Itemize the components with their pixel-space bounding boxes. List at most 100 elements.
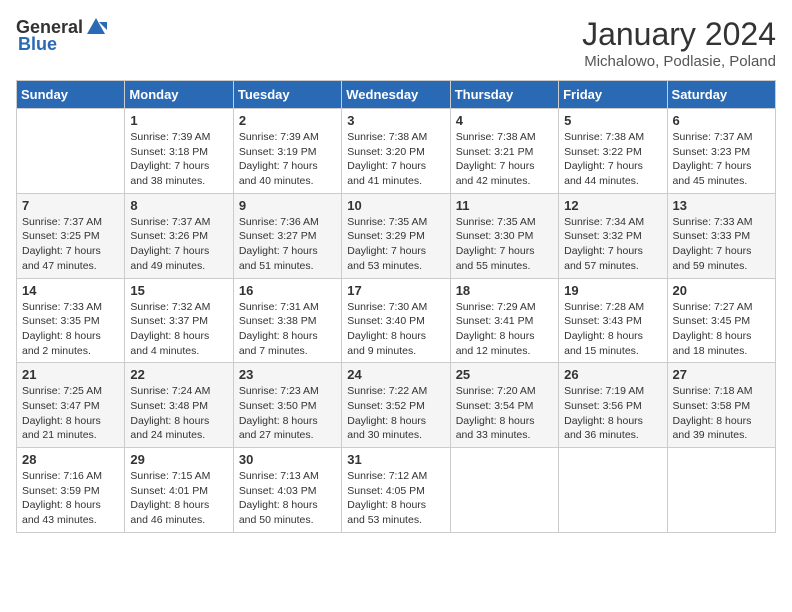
day-info: Sunrise: 7:30 AMSunset: 3:40 PMDaylight:… xyxy=(347,300,444,359)
day-info: Sunrise: 7:31 AMSunset: 3:38 PMDaylight:… xyxy=(239,300,336,359)
calendar-cell xyxy=(667,448,775,533)
calendar-cell: 3Sunrise: 7:38 AMSunset: 3:20 PMDaylight… xyxy=(342,109,450,194)
calendar-week-row: 1Sunrise: 7:39 AMSunset: 3:18 PMDaylight… xyxy=(17,109,776,194)
title-block: January 2024 Michalowo, Podlasie, Poland xyxy=(582,16,776,70)
calendar-cell: 12Sunrise: 7:34 AMSunset: 3:32 PMDayligh… xyxy=(559,193,667,278)
day-info: Sunrise: 7:34 AMSunset: 3:32 PMDaylight:… xyxy=(564,215,661,274)
weekday-header-friday: Friday xyxy=(559,81,667,109)
day-info: Sunrise: 7:18 AMSunset: 3:58 PMDaylight:… xyxy=(673,384,770,443)
weekday-header-saturday: Saturday xyxy=(667,81,775,109)
calendar-cell: 17 Sunrise: 7:30 AMSunset: 3:40 PMDayligh… xyxy=(342,278,450,363)
day-number: 22 xyxy=(130,367,227,382)
day-info: Sunrise: 7:22 AMSunset: 3:52 PMDaylight:… xyxy=(347,384,444,443)
day-info: Sunrise: 7:37 AMSunset: 3:23 PMDaylight:… xyxy=(673,130,770,189)
day-number: 18 xyxy=(456,283,553,298)
day-info: Sunrise: 7:33 AMSunset: 3:33 PMDaylight:… xyxy=(673,215,770,274)
calendar-cell: 30 Sunrise: 7:13 AMSunset: 4:03 PMDayligh… xyxy=(233,448,341,533)
calendar-cell: 31Sunrise: 7:12 AMSunset: 4:05 PMDayligh… xyxy=(342,448,450,533)
day-info: Sunrise: 7:35 AMSunset: 3:30 PMDaylight:… xyxy=(456,215,553,274)
page-header: General Blue January 2024 Michalowo, Pod… xyxy=(16,16,776,70)
location: Michalowo, Podlasie, Poland xyxy=(582,53,776,70)
calendar-cell: 13 Sunrise: 7:33 AMSunset: 3:33 PMDayligh… xyxy=(667,193,775,278)
day-number: 30 xyxy=(239,452,336,467)
day-info: Sunrise: 7:38 AMSunset: 3:20 PMDaylight:… xyxy=(347,130,444,189)
calendar-cell: 19 Sunrise: 7:28 AMSunset: 3:43 PMDayligh… xyxy=(559,278,667,363)
day-info: Sunrise: 7:20 AMSunset: 3:54 PMDaylight:… xyxy=(456,384,553,443)
day-info: Sunrise: 7:38 AMSunset: 3:22 PMDaylight:… xyxy=(564,130,661,189)
day-number: 21 xyxy=(22,367,119,382)
day-number: 17 xyxy=(347,283,444,298)
calendar-cell: 10Sunrise: 7:35 AMSunset: 3:29 PMDayligh… xyxy=(342,193,450,278)
calendar-cell: 16Sunrise: 7:31 AMSunset: 3:38 PMDayligh… xyxy=(233,278,341,363)
calendar-cell: 5 Sunrise: 7:38 AMSunset: 3:22 PMDaylight… xyxy=(559,109,667,194)
day-number: 19 xyxy=(564,283,661,298)
calendar-cell: 7Sunrise: 7:37 AMSunset: 3:25 PMDaylight… xyxy=(17,193,125,278)
day-number: 24 xyxy=(347,367,444,382)
calendar-cell: 14Sunrise: 7:33 AMSunset: 3:35 PMDayligh… xyxy=(17,278,125,363)
day-number: 1 xyxy=(130,113,227,128)
logo: General Blue xyxy=(16,16,107,55)
month-title: January 2024 xyxy=(582,16,776,53)
day-number: 29 xyxy=(130,452,227,467)
calendar-week-row: 28 Sunrise: 7:16 AMSunset: 3:59 PMDayligh… xyxy=(17,448,776,533)
day-number: 26 xyxy=(564,367,661,382)
logo-icon xyxy=(85,16,107,38)
calendar-cell xyxy=(450,448,558,533)
calendar-cell: 2Sunrise: 7:39 AMSunset: 3:19 PMDaylight… xyxy=(233,109,341,194)
calendar-cell: 11 Sunrise: 7:35 AMSunset: 3:30 PMDayligh… xyxy=(450,193,558,278)
day-info: Sunrise: 7:36 AMSunset: 3:27 PMDaylight:… xyxy=(239,215,336,274)
day-number: 4 xyxy=(456,113,553,128)
day-number: 5 xyxy=(564,113,661,128)
day-info: Sunrise: 7:38 AMSunset: 3:21 PMDaylight:… xyxy=(456,130,553,189)
day-info: Sunrise: 7:37 AMSunset: 3:26 PMDaylight:… xyxy=(130,215,227,274)
day-number: 8 xyxy=(130,198,227,213)
weekday-header-tuesday: Tuesday xyxy=(233,81,341,109)
day-info: Sunrise: 7:24 AMSunset: 3:48 PMDaylight:… xyxy=(130,384,227,443)
day-number: 27 xyxy=(673,367,770,382)
day-number: 15 xyxy=(130,283,227,298)
calendar-cell: 18 Sunrise: 7:29 AMSunset: 3:41 PMDayligh… xyxy=(450,278,558,363)
day-number: 13 xyxy=(673,198,770,213)
day-info: Sunrise: 7:13 AMSunset: 4:03 PMDaylight:… xyxy=(239,469,336,528)
day-info: Sunrise: 7:23 AMSunset: 3:50 PMDaylight:… xyxy=(239,384,336,443)
calendar: SundayMondayTuesdayWednesdayThursdayFrid… xyxy=(16,80,776,533)
calendar-cell xyxy=(17,109,125,194)
calendar-cell: 27 Sunrise: 7:18 AMSunset: 3:58 PMDayligh… xyxy=(667,363,775,448)
calendar-header-row: SundayMondayTuesdayWednesdayThursdayFrid… xyxy=(17,81,776,109)
day-info: Sunrise: 7:19 AMSunset: 3:56 PMDaylight:… xyxy=(564,384,661,443)
calendar-cell: 23 Sunrise: 7:23 AMSunset: 3:50 PMDayligh… xyxy=(233,363,341,448)
day-info: Sunrise: 7:28 AMSunset: 3:43 PMDaylight:… xyxy=(564,300,661,359)
day-number: 31 xyxy=(347,452,444,467)
day-info: Sunrise: 7:27 AMSunset: 3:45 PMDaylight:… xyxy=(673,300,770,359)
day-info: Sunrise: 7:16 AMSunset: 3:59 PMDaylight:… xyxy=(22,469,119,528)
day-info: Sunrise: 7:32 AMSunset: 3:37 PMDaylight:… xyxy=(130,300,227,359)
day-info: Sunrise: 7:33 AMSunset: 3:35 PMDaylight:… xyxy=(22,300,119,359)
day-number: 20 xyxy=(673,283,770,298)
calendar-cell: 21 Sunrise: 7:25 AMSunset: 3:47 PMDayligh… xyxy=(17,363,125,448)
calendar-cell: 4 Sunrise: 7:38 AMSunset: 3:21 PMDaylight… xyxy=(450,109,558,194)
day-number: 11 xyxy=(456,198,553,213)
day-info: Sunrise: 7:29 AMSunset: 3:41 PMDaylight:… xyxy=(456,300,553,359)
day-number: 25 xyxy=(456,367,553,382)
calendar-cell: 22 Sunrise: 7:24 AMSunset: 3:48 PMDayligh… xyxy=(125,363,233,448)
calendar-week-row: 21 Sunrise: 7:25 AMSunset: 3:47 PMDayligh… xyxy=(17,363,776,448)
calendar-cell: 29Sunrise: 7:15 AMSunset: 4:01 PMDayligh… xyxy=(125,448,233,533)
calendar-cell: 1Sunrise: 7:39 AMSunset: 3:18 PMDaylight… xyxy=(125,109,233,194)
day-number: 23 xyxy=(239,367,336,382)
weekday-header-wednesday: Wednesday xyxy=(342,81,450,109)
calendar-week-row: 14Sunrise: 7:33 AMSunset: 3:35 PMDayligh… xyxy=(17,278,776,363)
day-info: Sunrise: 7:25 AMSunset: 3:47 PMDaylight:… xyxy=(22,384,119,443)
day-info: Sunrise: 7:35 AMSunset: 3:29 PMDaylight:… xyxy=(347,215,444,274)
calendar-cell: 6Sunrise: 7:37 AMSunset: 3:23 PMDaylight… xyxy=(667,109,775,194)
weekday-header-sunday: Sunday xyxy=(17,81,125,109)
weekday-header-thursday: Thursday xyxy=(450,81,558,109)
day-number: 28 xyxy=(22,452,119,467)
day-number: 9 xyxy=(239,198,336,213)
weekday-header-monday: Monday xyxy=(125,81,233,109)
day-info: Sunrise: 7:37 AMSunset: 3:25 PMDaylight:… xyxy=(22,215,119,274)
calendar-cell xyxy=(559,448,667,533)
calendar-cell: 15 Sunrise: 7:32 AMSunset: 3:37 PMDayligh… xyxy=(125,278,233,363)
calendar-week-row: 7Sunrise: 7:37 AMSunset: 3:25 PMDaylight… xyxy=(17,193,776,278)
calendar-cell: 8 Sunrise: 7:37 AMSunset: 3:26 PMDaylight… xyxy=(125,193,233,278)
calendar-cell: 24 Sunrise: 7:22 AMSunset: 3:52 PMDayligh… xyxy=(342,363,450,448)
